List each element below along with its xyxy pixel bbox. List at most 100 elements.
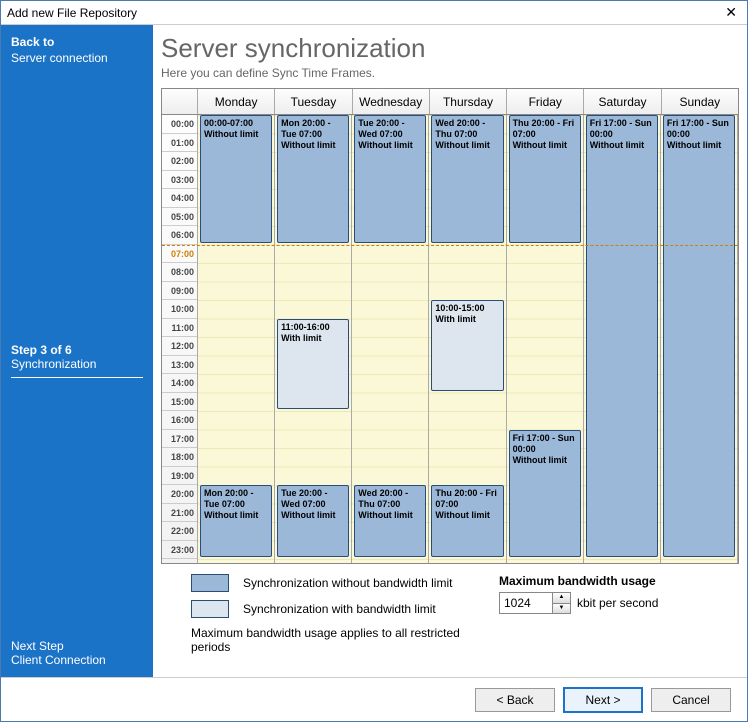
event-time: Fri 17:00 - Sun 00:00	[590, 118, 654, 140]
event-label: Without limit	[281, 140, 345, 151]
time-slot: 15:00	[162, 393, 197, 412]
calendar-event[interactable]: Fri 17:00 - Sun 00:00Without limit	[509, 430, 581, 558]
day-column[interactable]: Mon 20:00 - Tue 07:00Without limit 11:00-…	[275, 115, 352, 563]
event-time: Mon 20:00 - Tue 07:00	[281, 118, 345, 140]
swatch-withlimit-icon	[191, 600, 229, 618]
time-axis: 00:0001:0002:0003:0004:0005:0006:0007:00…	[162, 115, 198, 563]
time-slot: 09:00	[162, 282, 197, 301]
calendar-event[interactable]: Mon 20:00 - Tue 07:00Without limit	[277, 115, 349, 243]
spinner-up-icon[interactable]: ▲	[553, 593, 570, 604]
day-column[interactable]: Tue 20:00 - Wed 07:00Without limit Wed 20…	[352, 115, 429, 563]
time-slot: 22:00	[162, 522, 197, 541]
time-slot: 13:00	[162, 356, 197, 375]
step-name: Synchronization	[11, 357, 143, 371]
main-panel: Server synchronization Here you can defi…	[153, 25, 747, 677]
event-label: Without limit	[358, 140, 422, 151]
calendar-event[interactable]: 10:00-15:00With limit	[431, 300, 503, 391]
time-slot: 10:00	[162, 300, 197, 319]
event-label: Without limit	[435, 140, 499, 151]
calendar-event[interactable]: Tue 20:00 - Wed 07:00Without limit	[354, 115, 426, 243]
event-label: Without limit	[204, 129, 268, 140]
event-label: With limit	[281, 333, 345, 344]
time-slot: 05:00	[162, 208, 197, 227]
time-slot: 02:00	[162, 152, 197, 171]
calendar-event[interactable]: Wed 20:00 - Thu 07:00Without limit	[354, 485, 426, 557]
time-slot: 14:00	[162, 374, 197, 393]
day-header: Saturday	[584, 89, 661, 114]
time-slot: 00:00	[162, 115, 197, 134]
calendar-event[interactable]: Thu 20:00 - Fri 07:00Without limit	[431, 485, 503, 557]
time-slot: 07:00	[162, 245, 197, 264]
time-slot: 01:00	[162, 134, 197, 153]
back-link[interactable]: Back to Server connection	[11, 35, 143, 65]
time-slot: 04:00	[162, 189, 197, 208]
bandwidth-spinner[interactable]: ▲ ▼	[499, 592, 571, 614]
time-slot: 11:00	[162, 319, 197, 338]
day-header: Monday	[198, 89, 275, 114]
calendar-event[interactable]: Tue 20:00 - Wed 07:00Without limit	[277, 485, 349, 557]
calendar-event[interactable]: 11:00-16:00With limit	[277, 319, 349, 410]
page-title: Server synchronization	[161, 33, 739, 64]
event-time: Fri 17:00 - Sun 00:00	[513, 433, 577, 455]
wizard-sidebar: Back to Server connection Step 3 of 6 Sy…	[1, 25, 153, 677]
day-column[interactable]: 00:00-07:00Without limitMon 20:00 - Tue …	[198, 115, 275, 563]
calendar-event[interactable]: Mon 20:00 - Tue 07:00Without limit	[200, 485, 272, 557]
day-header: Sunday	[662, 89, 738, 114]
time-slot: 20:00	[162, 485, 197, 504]
legend-withlimit: Synchronization with bandwidth limit	[191, 600, 479, 618]
day-columns[interactable]: 00:00-07:00Without limitMon 20:00 - Tue …	[198, 115, 738, 563]
step-title: Step 3 of 6	[11, 343, 143, 357]
back-button[interactable]: < Back	[475, 688, 555, 712]
event-time: 10:00-15:00	[435, 303, 499, 314]
event-time: Fri 17:00 - Sun 00:00	[667, 118, 731, 140]
event-time: Wed 20:00 - Thu 07:00	[358, 488, 422, 510]
event-label: Without limit	[435, 510, 499, 521]
event-label: Without limit	[358, 510, 422, 521]
time-slot: 16:00	[162, 411, 197, 430]
time-slot: 06:00	[162, 226, 197, 245]
time-slot: 19:00	[162, 467, 197, 486]
event-time: 00:00-07:00	[204, 118, 268, 129]
event-label: With limit	[435, 314, 499, 325]
day-header: Tuesday	[275, 89, 352, 114]
max-bandwidth-label: Maximum bandwidth usage	[499, 574, 729, 588]
day-header: Wednesday	[353, 89, 430, 114]
day-column[interactable]: Thu 20:00 - Fri 07:00Without limitFri 17…	[507, 115, 584, 563]
time-slot: 17:00	[162, 430, 197, 449]
close-icon[interactable]: ✕	[721, 4, 741, 21]
event-time: Wed 20:00 - Thu 07:00	[435, 118, 499, 140]
day-column[interactable]: Fri 17:00 - Sun 00:00Without limit	[584, 115, 661, 563]
next-label: Next Step	[11, 639, 106, 653]
legend-nolimit: Synchronization without bandwidth limit	[191, 574, 479, 592]
page-subtitle: Here you can define Sync Time Frames.	[161, 66, 739, 80]
time-slot: 21:00	[162, 504, 197, 523]
calendar-event[interactable]: Fri 17:00 - Sun 00:00Without limit	[586, 115, 658, 557]
time-slot: 23:00	[162, 541, 197, 560]
bandwidth-input[interactable]	[500, 593, 552, 613]
back-target: Server connection	[11, 51, 143, 65]
window-title: Add new File Repository	[7, 6, 137, 20]
calendar-event[interactable]: Wed 20:00 - Thu 07:00Without limit	[431, 115, 503, 243]
calendar-event[interactable]: Fri 17:00 - Sun 00:00Without limit	[663, 115, 735, 557]
event-label: Without limit	[667, 140, 731, 151]
event-time: 11:00-16:00	[281, 322, 345, 333]
calendar-event[interactable]: Thu 20:00 - Fri 07:00Without limit	[509, 115, 581, 243]
day-header: Friday	[507, 89, 584, 114]
time-slot: 12:00	[162, 337, 197, 356]
legend-withlimit-label: Synchronization with bandwidth limit	[243, 602, 436, 616]
spinner-down-icon[interactable]: ▼	[553, 604, 570, 614]
day-column[interactable]: Wed 20:00 - Thu 07:00Without limit10:00-…	[429, 115, 506, 563]
calendar[interactable]: MondayTuesdayWednesdayThursdayFridaySatu…	[161, 88, 739, 564]
calendar-event[interactable]: 00:00-07:00Without limit	[200, 115, 272, 243]
event-time: Thu 20:00 - Fri 07:00	[513, 118, 577, 140]
titlebar: Add new File Repository ✕	[1, 1, 747, 25]
event-label: Without limit	[513, 455, 577, 466]
event-time: Tue 20:00 - Wed 07:00	[281, 488, 345, 510]
next-step-link[interactable]: Next Step Client Connection	[11, 639, 106, 667]
cancel-button[interactable]: Cancel	[651, 688, 731, 712]
next-button[interactable]: Next >	[563, 687, 643, 713]
day-column[interactable]: Fri 17:00 - Sun 00:00Without limit	[661, 115, 738, 563]
event-label: Without limit	[204, 510, 268, 521]
next-target: Client Connection	[11, 653, 106, 667]
time-slot: 03:00	[162, 171, 197, 190]
